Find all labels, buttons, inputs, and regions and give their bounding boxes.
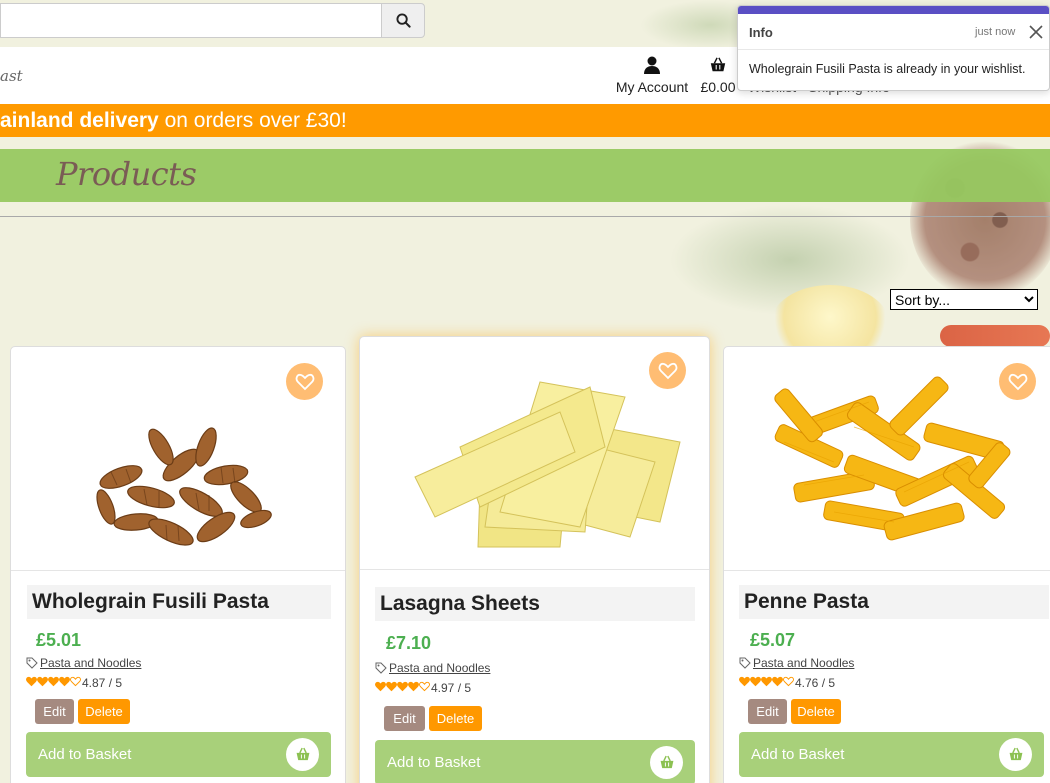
search-icon xyxy=(395,13,411,28)
basket-total: £0.00 xyxy=(700,79,736,95)
rating-stars xyxy=(26,676,81,690)
toast-title: Info xyxy=(749,25,773,40)
product-category[interactable]: Pasta and Noodles xyxy=(26,656,141,670)
add-to-basket-label: Add to Basket xyxy=(387,754,481,771)
search-button[interactable] xyxy=(381,3,425,38)
page-title-band: Products xyxy=(0,149,1050,202)
basket-link[interactable]: £0.00 xyxy=(700,55,736,95)
user-icon xyxy=(644,56,660,74)
product-category[interactable]: Pasta and Noodles xyxy=(375,661,490,675)
heart-filled-icon xyxy=(59,676,70,687)
delete-button[interactable]: Delete xyxy=(78,699,130,724)
add-to-basket-button[interactable]: Add to Basket xyxy=(375,740,695,783)
product-rating: 4.76 / 5 xyxy=(739,676,835,690)
heart-filled-icon xyxy=(375,681,386,692)
heart-filled-icon xyxy=(48,676,59,687)
product-rating: 4.87 / 5 xyxy=(26,676,122,690)
heart-filled-icon xyxy=(408,681,419,692)
promo-bold-text: ainland delivery xyxy=(0,109,159,132)
wishlist-button[interactable] xyxy=(999,363,1036,400)
heart-icon xyxy=(658,362,677,379)
heart-outline-icon xyxy=(70,676,81,687)
close-icon[interactable] xyxy=(1028,24,1044,40)
product-category-link[interactable]: Pasta and Noodles xyxy=(40,656,141,670)
product-category-link[interactable]: Pasta and Noodles xyxy=(753,656,854,670)
product-category[interactable]: Pasta and Noodles xyxy=(739,656,854,670)
rating-value: 4.87 / 5 xyxy=(82,676,123,690)
product-card[interactable]: Wholegrain Fusili Pasta £5.01 Pasta and … xyxy=(10,346,346,783)
heart-outline-icon xyxy=(419,681,430,692)
wishlist-button[interactable] xyxy=(649,352,686,389)
product-price: £5.07 xyxy=(750,630,796,650)
basket-icon xyxy=(999,738,1032,771)
heart-filled-icon xyxy=(772,676,783,687)
product-price: £7.10 xyxy=(386,633,432,653)
product-name[interactable]: Wholegrain Fusili Pasta xyxy=(27,585,331,619)
rating-stars xyxy=(739,676,794,690)
heart-filled-icon xyxy=(397,681,408,692)
product-name[interactable]: Lasagna Sheets xyxy=(375,587,695,621)
tag-icon xyxy=(739,657,751,669)
add-to-basket-button[interactable]: Add to Basket xyxy=(739,732,1044,777)
basket-icon xyxy=(286,738,319,771)
add-to-basket-label: Add to Basket xyxy=(38,746,132,763)
toast-message: Wholegrain Fusili Pasta is already in yo… xyxy=(749,62,1026,76)
heart-icon xyxy=(295,373,314,390)
tag-icon xyxy=(26,657,38,669)
toast-accent-bar xyxy=(738,6,1049,14)
heart-filled-icon xyxy=(386,681,397,692)
basket-icon xyxy=(710,57,726,72)
rating-value: 4.76 / 5 xyxy=(795,676,836,690)
product-category-link[interactable]: Pasta and Noodles xyxy=(389,661,490,675)
search-input[interactable] xyxy=(0,3,381,38)
edit-button[interactable]: Edit xyxy=(384,706,425,731)
my-account-label: My Account xyxy=(615,79,689,95)
product-card[interactable]: Penne Pasta £5.07 Pasta and Noodles 4.76… xyxy=(723,346,1050,783)
product-rating: 4.97 / 5 xyxy=(375,681,471,695)
product-name[interactable]: Penne Pasta xyxy=(739,585,1049,619)
toast-time: just now xyxy=(975,26,1016,38)
heart-filled-icon xyxy=(26,676,37,687)
delete-button[interactable]: Delete xyxy=(791,699,841,724)
promo-banner: ainland delivery on orders over £30! xyxy=(0,104,1050,137)
rating-stars xyxy=(375,681,430,695)
add-to-basket-label: Add to Basket xyxy=(751,746,845,763)
search-bar xyxy=(0,3,425,38)
background-chili xyxy=(940,325,1050,347)
edit-button[interactable]: Edit xyxy=(35,699,74,724)
my-account-link[interactable]: My Account xyxy=(613,55,691,95)
sort-select[interactable]: Sort by... xyxy=(890,289,1038,310)
background-herbs xyxy=(660,200,920,320)
wishlist-button[interactable] xyxy=(286,363,323,400)
info-toast: Info just now Wholegrain Fusili Pasta is… xyxy=(737,5,1050,91)
edit-button[interactable]: Edit xyxy=(748,699,787,724)
rating-value: 4.97 / 5 xyxy=(431,681,472,695)
promo-text: on orders over £30! xyxy=(158,109,347,132)
brand-logo[interactable]: ast xyxy=(0,67,23,85)
heart-filled-icon xyxy=(37,676,48,687)
heart-filled-icon xyxy=(739,676,750,687)
basket-icon xyxy=(650,746,683,779)
delete-button[interactable]: Delete xyxy=(429,706,482,731)
toast-header: Info just now xyxy=(738,14,1049,50)
tag-icon xyxy=(375,662,387,674)
product-price: £5.01 xyxy=(36,630,82,650)
heart-filled-icon xyxy=(761,676,772,687)
heart-outline-icon xyxy=(783,676,794,687)
add-to-basket-button[interactable]: Add to Basket xyxy=(26,732,331,777)
product-card[interactable]: Lasagna Sheets £7.10 Pasta and Noodles 4… xyxy=(359,336,710,783)
divider xyxy=(0,216,1050,217)
heart-icon xyxy=(1008,373,1027,390)
heart-filled-icon xyxy=(750,676,761,687)
page-title: Products xyxy=(56,155,197,193)
